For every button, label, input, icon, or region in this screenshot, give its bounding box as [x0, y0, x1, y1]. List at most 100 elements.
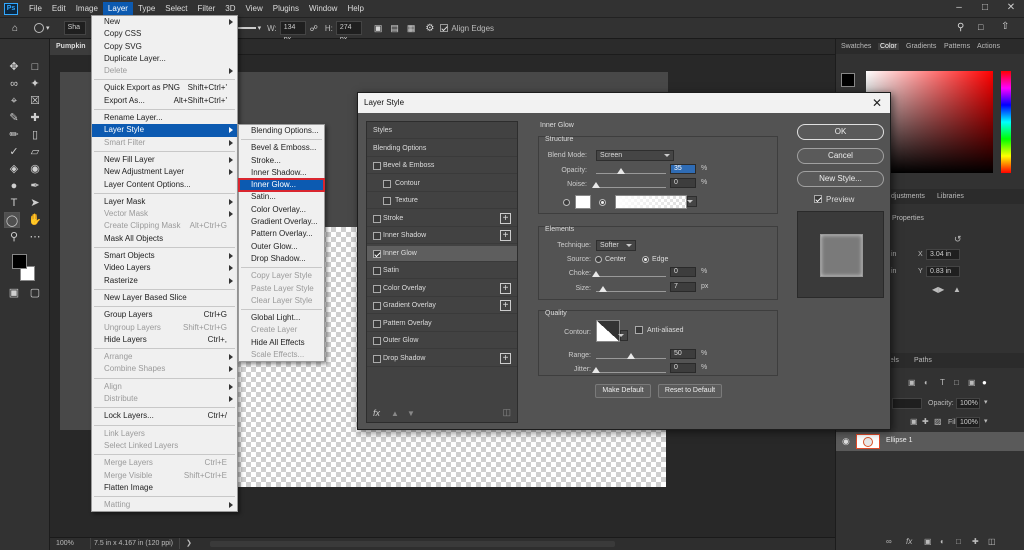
filter-adjust-icon[interactable]: ◐	[924, 378, 929, 387]
cancel-button[interactable]: Cancel	[797, 148, 884, 164]
menu-item-inner-glow[interactable]: Inner Glow...	[238, 178, 325, 193]
menu-help[interactable]: Help	[342, 2, 368, 15]
size-slider-thumb[interactable]	[599, 286, 607, 292]
filter-image-icon[interactable]: ▣	[908, 378, 916, 387]
menu-item-new-layer-based-slice[interactable]: New Layer Based Slice	[92, 292, 237, 304]
contour-dropdown[interactable]	[618, 330, 628, 341]
x-field[interactable]: 3.04 in	[926, 249, 960, 260]
type-tool-icon[interactable]: T	[6, 195, 22, 211]
gradient-picker[interactable]	[615, 195, 687, 209]
style-checkbox[interactable]	[373, 337, 381, 345]
eraser-tool-icon[interactable]: ▱	[27, 144, 43, 160]
menu-image[interactable]: Image	[71, 2, 103, 15]
ok-button[interactable]: OK	[797, 124, 884, 140]
add-effect-icon[interactable]: +	[500, 300, 511, 311]
dodge-tool-icon[interactable]: ●	[6, 178, 22, 194]
document-tab[interactable]: Pumpkin	[50, 39, 92, 55]
panel-foreground-swatch[interactable]	[841, 73, 855, 87]
new-layer-icon[interactable]: ✚	[972, 537, 979, 546]
layer-row-ellipse[interactable]: ◉ Ellipse 1	[836, 432, 1024, 451]
menu-item-group-layers[interactable]: Group Layers Ctrl+G	[92, 309, 237, 321]
zoom-level[interactable]: 100%	[56, 538, 74, 550]
add-effect-icon[interactable]: +	[500, 352, 511, 364]
source-edge-radio[interactable]	[642, 256, 649, 263]
style-item-gradient-overlay[interactable]: Gradient Overlay +	[367, 298, 517, 314]
pen-tool-icon[interactable]: ✒	[27, 178, 43, 194]
tab-actions[interactable]: Actions	[977, 43, 1000, 50]
y-field[interactable]: 0.83 in	[926, 266, 960, 277]
tab-libraries[interactable]: Libraries	[937, 193, 964, 200]
adjustment-layer-icon[interactable]: ◐	[940, 537, 945, 546]
filter-toggle-icon[interactable]: ●	[982, 378, 987, 387]
style-item-inner-glow[interactable]: Inner Glow	[367, 245, 517, 262]
gradient-dropdown[interactable]	[687, 196, 697, 207]
chevron-down-icon[interactable]: ▾	[258, 24, 262, 32]
stamp-tool-icon[interactable]: ▯	[27, 127, 43, 143]
filter-shape-icon[interactable]: □	[954, 378, 959, 387]
menu-type[interactable]: Type	[133, 2, 160, 15]
menu-item-hide-all-effects[interactable]: Hide All Effects	[239, 337, 324, 349]
menu-file[interactable]: File	[24, 2, 47, 15]
tab-gradients[interactable]: Gradients	[906, 43, 936, 50]
gear-icon[interactable]: ⚙	[425, 23, 434, 34]
align-edges-checkbox[interactable]	[440, 24, 449, 32]
style-item-contour[interactable]: Contour	[367, 176, 517, 192]
filter-type-icon[interactable]: T	[940, 378, 945, 387]
style-checkbox[interactable]	[383, 179, 391, 188]
menu-item-smart-objects[interactable]: Smart Objects	[92, 250, 237, 262]
add-mask-icon[interactable]: ▣	[924, 537, 932, 546]
style-item-stroke[interactable]: Stroke +	[367, 211, 517, 227]
opacity-slider-thumb[interactable]	[616, 168, 625, 174]
style-checkbox[interactable]	[373, 284, 381, 293]
quick-mask-icon[interactable]: ▣	[6, 285, 22, 301]
menu-item-hide-layers[interactable]: Hide Layers Ctrl+,	[92, 334, 237, 346]
add-effect-icon[interactable]: +	[500, 282, 511, 294]
height-field[interactable]: 274 px	[335, 21, 362, 43]
tab-adjustments[interactable]: djustments	[891, 193, 925, 200]
status-arrow-icon[interactable]: ❯	[186, 538, 192, 550]
range-field[interactable]: 50	[670, 349, 696, 359]
menu-item-new-adjustment-layer[interactable]: New Adjustment Layer	[92, 166, 237, 178]
add-effect-icon[interactable]: +	[500, 230, 511, 241]
layer-name[interactable]: Ellipse 1	[886, 437, 912, 444]
lock-position-icon[interactable]: ✚	[922, 417, 929, 426]
style-item-outer-glow[interactable]: Outer Glow	[367, 333, 517, 349]
trash-icon[interactable]: ◫	[988, 537, 996, 546]
menu-item-color-overlay[interactable]: Color Overlay...	[239, 204, 324, 216]
link-icon[interactable]: ☍	[310, 24, 318, 33]
menu-item-stroke[interactable]: Stroke...	[239, 155, 324, 167]
flip-vertical-icon[interactable]: ▲	[953, 285, 961, 294]
menu-3d[interactable]: 3D	[220, 2, 240, 15]
marquee-tool-icon[interactable]: □	[27, 59, 43, 75]
path-selection-icon[interactable]: ➤	[27, 195, 43, 211]
preview-checkbox[interactable]	[814, 195, 822, 203]
menu-layer[interactable]: Layer	[102, 2, 133, 15]
style-checkbox[interactable]	[383, 197, 391, 205]
style-item-styles[interactable]: Styles	[367, 123, 517, 139]
frame-tool-icon[interactable]: ☒	[27, 93, 43, 109]
lasso-tool-icon[interactable]: ∞	[6, 76, 22, 92]
fx-icon[interactable]: fx	[373, 408, 380, 418]
horizontal-scrollbar[interactable]	[210, 541, 615, 547]
move-up-icon[interactable]: ▲	[391, 409, 399, 418]
menu-item-satin[interactable]: Satin...	[239, 191, 324, 203]
tab-swatches[interactable]: Swatches	[841, 43, 871, 50]
noise-field[interactable]: 0	[670, 178, 696, 188]
style-item-inner-shadow[interactable]: Inner Shadow +	[367, 228, 517, 244]
style-checkbox[interactable]	[373, 354, 381, 363]
menu-filter[interactable]: Filter	[193, 2, 221, 15]
glow-color-swatch[interactable]	[575, 195, 591, 209]
source-center-radio[interactable]	[595, 256, 602, 263]
size-field[interactable]: 7	[670, 282, 696, 292]
screen-mode-icon[interactable]: ▢	[27, 285, 43, 301]
solid-color-radio[interactable]	[563, 199, 570, 206]
new-style-button[interactable]: New Style...	[797, 171, 884, 187]
tab-paths[interactable]: Paths	[914, 357, 932, 364]
path-ops-icon[interactable]: ▣	[374, 23, 383, 34]
technique-select[interactable]: Softer	[596, 240, 636, 251]
menu-item-bevel-emboss[interactable]: Bevel & Emboss...	[239, 142, 324, 154]
style-item-texture[interactable]: Texture	[367, 193, 517, 209]
menu-plugins[interactable]: Plugins	[268, 2, 304, 15]
lock-icon[interactable]: ▨	[934, 417, 942, 426]
menu-item-new-fill-layer[interactable]: New Fill Layer	[92, 154, 237, 166]
